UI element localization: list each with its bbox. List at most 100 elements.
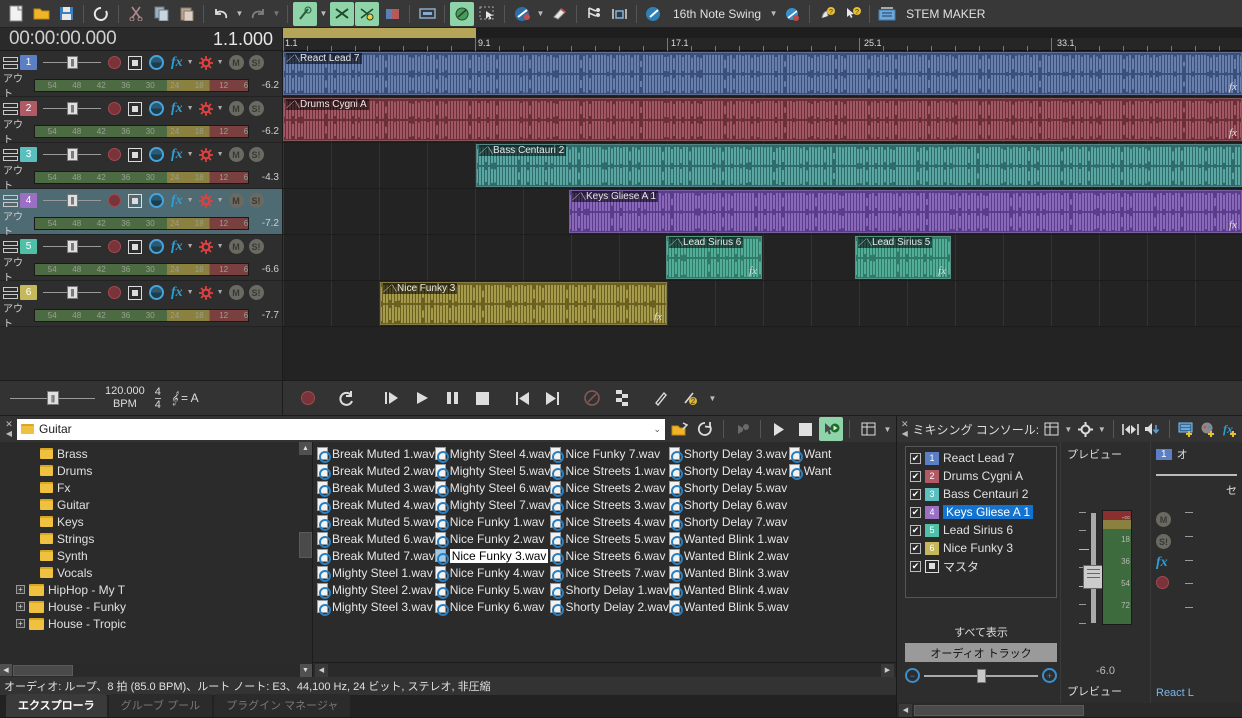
channel-visible-checkbox[interactable]: ✔ xyxy=(910,471,921,482)
chevron-down-icon[interactable]: ▼ xyxy=(187,289,194,296)
tree-item[interactable]: Keys xyxy=(0,513,312,530)
channel-visible-checkbox[interactable]: ✔ xyxy=(910,561,921,572)
track-record-arm-button[interactable] xyxy=(108,148,121,161)
gear-icon[interactable] xyxy=(1076,417,1095,441)
browser-play-icon[interactable] xyxy=(767,417,791,441)
track-header[interactable]: 1 ||| fx ▼ ▼ M S! アウト 54484236302418126 … xyxy=(0,51,282,97)
snapshot-tool-icon[interactable] xyxy=(380,2,404,26)
draw-tool-dropdown-icon[interactable]: ▼ xyxy=(318,2,329,26)
track-phase-button[interactable] xyxy=(149,55,164,70)
scroll-left-icon[interactable]: ◀ xyxy=(899,704,912,717)
clip-lanes[interactable]: ⟋⟍React Lead 7fx⟋⟍Drums Cygni Afx⟋⟍Bass … xyxy=(283,51,1242,337)
track-fx-button[interactable]: fx xyxy=(171,193,183,209)
redo-icon[interactable] xyxy=(246,2,270,26)
chevron-down-icon[interactable]: ⌄ xyxy=(653,424,661,435)
scroll-up-icon[interactable]: ▲ xyxy=(299,442,312,455)
tree-item[interactable]: Drums xyxy=(0,462,312,479)
snap-tool-icon[interactable] xyxy=(582,2,606,26)
file-list-item[interactable]: Nice Streets 6.wav xyxy=(550,547,668,564)
chevron-down-icon[interactable]: ▼ xyxy=(217,197,224,204)
track-volume-fader[interactable]: ||| xyxy=(43,286,101,300)
preview-volume-fader[interactable] xyxy=(1091,513,1096,623)
paint-tool-icon[interactable] xyxy=(450,2,474,26)
audio-clip[interactable]: ⟋⟍Bass Centauri 2 xyxy=(476,144,1242,187)
track-volume-fader[interactable]: ||| xyxy=(43,194,101,208)
track-solo-button[interactable]: S! xyxy=(249,101,264,116)
track-phase-button[interactable] xyxy=(149,193,164,208)
gear-icon[interactable] xyxy=(199,194,213,208)
view-grid-icon[interactable] xyxy=(1042,417,1061,441)
view-mode-icon[interactable] xyxy=(856,417,880,441)
track-mute-button[interactable]: M xyxy=(229,285,244,300)
audio-clip[interactable]: ⟋⟍Keys Gliese A 1fx xyxy=(569,190,1242,233)
timeline-ruler[interactable]: 1.19.117.125.133.1 xyxy=(283,38,1242,51)
tree-item[interactable]: + House - Tropic xyxy=(0,615,312,632)
file-list-item[interactable]: Nice Funky 3.wav xyxy=(435,547,551,564)
track-header[interactable]: 5 ||| fx ▼ ▼ M S! アウト 54484236302418126 … xyxy=(0,235,282,281)
file-list-item[interactable]: Nice Streets 2.wav xyxy=(550,479,668,496)
track-phase-button[interactable] xyxy=(149,285,164,300)
track-fx-button[interactable]: fx xyxy=(171,147,183,163)
channel-visible-checkbox[interactable]: ✔ xyxy=(910,525,921,536)
pause-button[interactable] xyxy=(439,385,465,411)
file-list-item[interactable]: Nice Funky 1.wav xyxy=(435,513,551,530)
channel-pan-slider[interactable] xyxy=(1156,470,1237,480)
track-solo-button[interactable]: S! xyxy=(249,239,264,254)
browser-tab[interactable]: プラグイン マネージャ xyxy=(214,694,350,717)
track-record-arm-button[interactable] xyxy=(108,194,121,207)
chevron-down-icon[interactable]: ▼ xyxy=(217,243,224,250)
audio-clip[interactable]: ⟋⟍Lead Sirius 6fx xyxy=(666,236,762,279)
scroll-right-icon[interactable]: ▶ xyxy=(881,664,894,677)
track-mute-button[interactable]: M xyxy=(229,147,244,162)
track-lane[interactable]: ⟋⟍Keys Gliese A 1fx xyxy=(283,189,1242,235)
redo-dropdown-icon[interactable]: ▼ xyxy=(271,2,282,26)
file-list-item[interactable]: Wanted Blink 1.wav xyxy=(669,530,789,547)
track-record-arm-button[interactable] xyxy=(108,286,121,299)
track-solo-button[interactable]: S! xyxy=(249,55,264,70)
shuffle-tool-icon[interactable] xyxy=(330,2,354,26)
track-expand-icon[interactable] xyxy=(3,285,18,300)
chevron-down-icon[interactable]: ▼ xyxy=(217,151,224,158)
tree-item[interactable]: + House - Funky xyxy=(0,598,312,615)
scrollbar-thumb[interactable] xyxy=(299,532,312,558)
gear-icon[interactable] xyxy=(199,56,213,70)
clip-fx-icon[interactable]: fx xyxy=(654,311,662,323)
help-cursor-icon[interactable]: ? xyxy=(840,2,864,26)
track-lane[interactable]: ⟋⟍Drums Cygni Afx xyxy=(283,97,1242,143)
mixer-hscrollbar[interactable]: ◀ xyxy=(897,703,1242,717)
file-list-item[interactable]: Wanted Blink 3.wav xyxy=(669,564,789,581)
file-list-item[interactable]: Mighty Steel 1.wav xyxy=(317,564,435,581)
mixer-channel-item[interactable]: ✔ 2 Drums Cygni A xyxy=(908,467,1054,485)
track-lane[interactable]: ⟋⟍Bass Centauri 2 xyxy=(283,143,1242,189)
track-header[interactable]: 2 ||| fx ▼ ▼ M S! アウト 54484236302418126 … xyxy=(0,97,282,143)
file-list-item[interactable]: Break Muted 1.wav xyxy=(317,445,435,462)
browser-stop-icon[interactable] xyxy=(793,417,817,441)
file-list-item[interactable]: Nice Streets 4.wav xyxy=(550,513,668,530)
chevron-down-icon[interactable]: ▼ xyxy=(217,105,224,112)
metronome-button[interactable] xyxy=(579,385,605,411)
chevron-down-icon[interactable]: ▼ xyxy=(187,151,194,158)
track-volume-fader[interactable]: ||| xyxy=(43,56,101,70)
meter-add-icon[interactable] xyxy=(1176,417,1195,441)
zoom-slider[interactable] xyxy=(924,669,1038,683)
chevron-down-icon[interactable]: ▼ xyxy=(187,105,194,112)
track-record-arm-button[interactable] xyxy=(108,102,121,115)
tree-item[interactable]: Vocals xyxy=(0,564,312,581)
expand-icon[interactable]: + xyxy=(16,585,25,594)
track-record-arm-button[interactable] xyxy=(108,240,121,253)
track-volume-fader[interactable]: ||| xyxy=(43,148,101,162)
file-list-item[interactable]: Shorty Delay 4.wav xyxy=(669,462,789,479)
file-list-item[interactable]: Mighty Steel 5.wav xyxy=(435,462,551,479)
loop-tool-icon[interactable] xyxy=(415,2,439,26)
undo-dropdown-icon[interactable]: ▼ xyxy=(234,2,245,26)
file-list-item[interactable]: Mighty Steel 3.wav xyxy=(317,598,435,615)
track-header[interactable]: 3 ||| fx ▼ ▼ M S! アウト 54484236302418126 … xyxy=(0,143,282,189)
channel-fx-button[interactable]: fx xyxy=(1156,556,1171,569)
mixer-channel-item[interactable]: ✔ 6 Nice Funky 3 xyxy=(908,539,1054,557)
gear-icon[interactable] xyxy=(199,102,213,116)
channel-visible-checkbox[interactable]: ✔ xyxy=(910,543,921,554)
audio-clip[interactable]: ⟋⟍Nice Funky 3fx xyxy=(380,282,667,325)
file-list-item[interactable]: Shorty Delay 3.wav xyxy=(669,445,789,462)
track-mute-button[interactable]: M xyxy=(229,193,244,208)
track-type-button[interactable]: オーディオ トラック xyxy=(905,643,1057,662)
